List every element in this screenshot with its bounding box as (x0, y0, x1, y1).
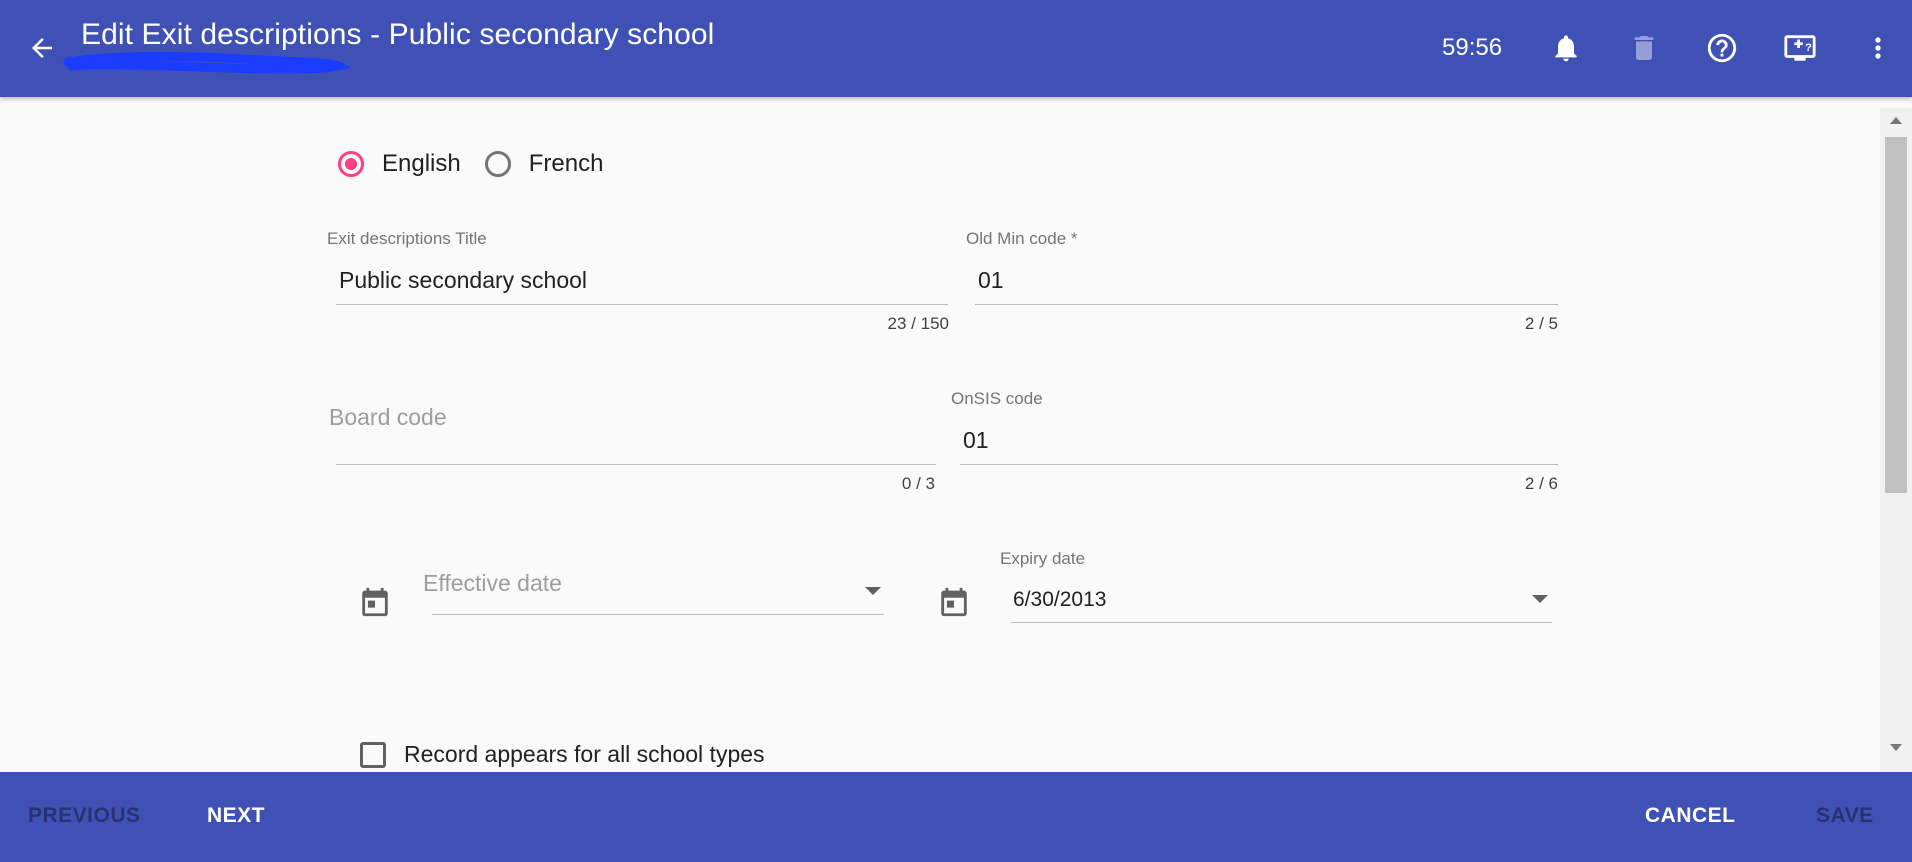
expiry-date-input[interactable]: 6/30/2013 (1013, 588, 1106, 612)
save-button[interactable]: SAVE (1816, 804, 1874, 828)
redaction-scribble (63, 52, 350, 74)
char-counter: 2 / 6 (1524, 474, 1558, 493)
all-school-types-row[interactable]: Record appears for all school types (360, 741, 765, 768)
char-counter: 0 / 3 (901, 474, 935, 493)
field-underline (336, 304, 948, 305)
scroll-up-arrow[interactable] (1890, 117, 1902, 124)
calendar-icon[interactable] (937, 585, 971, 619)
field-label: OnSIS code (951, 389, 1043, 408)
board-code-field[interactable]: Board code 0 / 3 (327, 389, 937, 493)
field-underline (960, 464, 1558, 465)
expiry-date-field[interactable]: Expiry date 6/30/2013 (1000, 549, 1555, 629)
action-footer: PREVIOUS NEXT CANCEL SAVE (0, 772, 1912, 862)
trash-icon (1634, 36, 1654, 60)
char-counter: 23 / 150 (887, 314, 949, 333)
radio-french[interactable]: French (484, 150, 604, 178)
content-scrollbar[interactable] (1880, 108, 1912, 772)
onsis-code-field[interactable]: OnSIS code 01 2 / 6 (951, 389, 1560, 493)
screen-help-button[interactable]: ? (1780, 28, 1820, 68)
svg-text:?: ? (1805, 42, 1812, 54)
exit-title-input[interactable]: Public secondary school (339, 267, 587, 294)
screen-help-icon: ? (1784, 35, 1816, 61)
field-label: Old Min code * (966, 229, 1078, 248)
session-timer: 59:56 (1442, 34, 1503, 61)
more-options-button[interactable] (1858, 28, 1898, 68)
effective-date-input[interactable]: Effective date (423, 570, 562, 597)
field-underline (336, 464, 936, 465)
checkbox-label: Record appears for all school types (404, 741, 765, 767)
language-radio-group: English French (338, 150, 627, 178)
app-header: Edit Exit descriptions - Public secondar… (0, 0, 1912, 97)
dropdown-arrow-icon (865, 587, 881, 595)
more-vert-icon (1875, 37, 1881, 59)
old-min-code-field[interactable]: Old Min code * 01 2 / 5 (966, 229, 1560, 333)
field-label: Expiry date (1000, 549, 1086, 568)
cancel-button[interactable]: CANCEL (1645, 804, 1736, 828)
arrow-back-icon (32, 38, 52, 58)
form-content: English French Exit descriptions Title P… (0, 97, 1880, 772)
next-button[interactable]: NEXT (207, 804, 265, 828)
radio-label: French (528, 150, 604, 177)
board-code-input[interactable]: Board code (329, 404, 447, 431)
dropdown-arrow-icon (1532, 595, 1548, 603)
delete-button[interactable] (1624, 28, 1664, 68)
field-label: Exit descriptions Title (327, 229, 487, 248)
radio-checked-icon (338, 151, 364, 177)
help-icon (1707, 33, 1737, 63)
radio-english[interactable]: English (338, 150, 461, 178)
notifications-button[interactable] (1546, 28, 1586, 68)
back-button[interactable] (24, 30, 60, 66)
help-button[interactable] (1702, 28, 1742, 68)
page-title: Edit Exit descriptions - Public secondar… (81, 18, 715, 51)
char-counter: 2 / 5 (1524, 314, 1558, 333)
scroll-thumb[interactable] (1885, 137, 1907, 493)
old-min-code-input[interactable]: 01 (978, 267, 1004, 294)
field-underline (432, 614, 884, 615)
radio-label: English (382, 150, 461, 177)
previous-button[interactable]: PREVIOUS (28, 804, 141, 828)
onsis-code-input[interactable]: 01 (963, 427, 989, 454)
all-school-types-checkbox[interactable] (360, 741, 386, 768)
field-underline (1011, 622, 1552, 623)
effective-date-field[interactable]: Effective date (423, 549, 885, 629)
field-underline (975, 304, 1558, 305)
radio-unchecked-icon (484, 151, 511, 177)
bell-icon (1555, 35, 1577, 62)
exit-title-field[interactable]: Exit descriptions Title Public secondary… (327, 229, 951, 333)
scroll-down-arrow[interactable] (1890, 744, 1902, 751)
calendar-icon[interactable] (358, 585, 392, 619)
